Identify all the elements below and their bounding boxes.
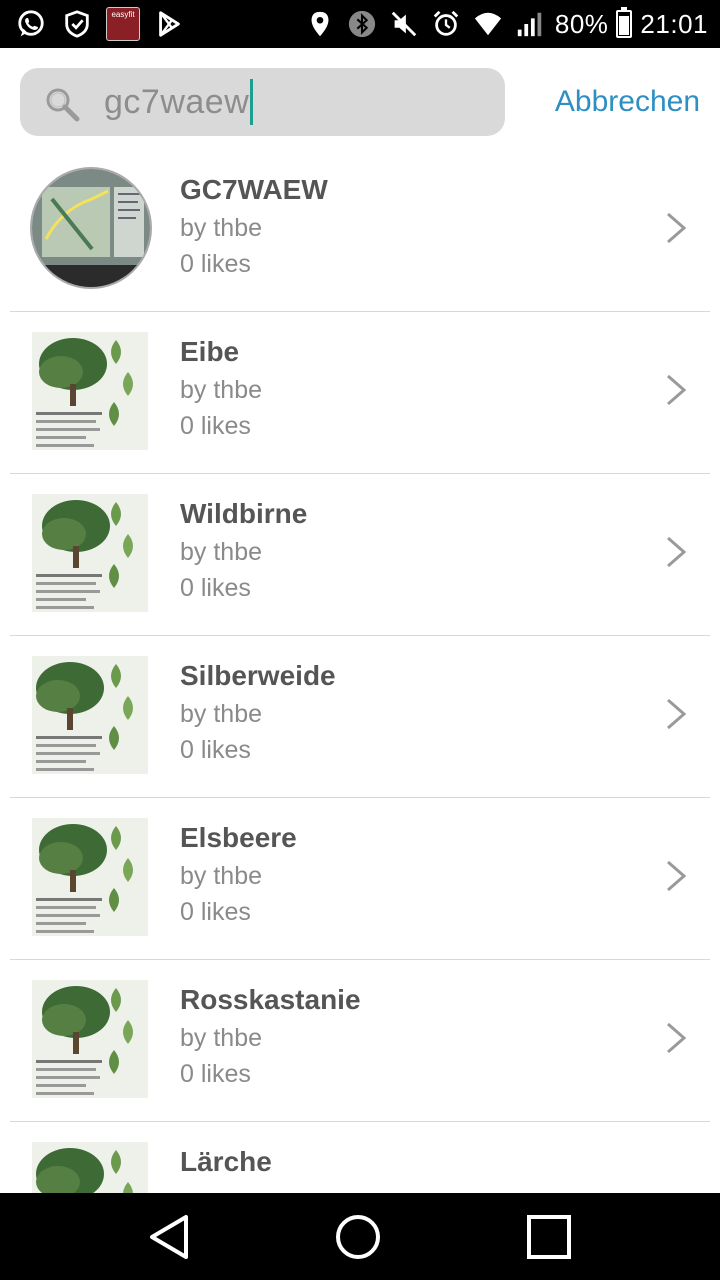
item-author: by thbe: [180, 862, 263, 890]
item-author: by thbe: [180, 214, 263, 242]
item-author: by thbe: [180, 376, 263, 404]
list-item[interactable]: Elsbeere by thbe 0 likes: [10, 798, 710, 960]
thumbnail-image: [32, 818, 148, 936]
result-list[interactable]: GC7WAEW by thbe 0 likes Eibe by thbe 0 likes W…: [0, 150, 720, 1193]
thumbnail-image: [32, 980, 148, 1098]
alarm-icon: [429, 7, 463, 41]
search-field[interactable]: gc7waew: [20, 68, 505, 136]
mute-icon: [387, 7, 421, 41]
thumbnail-image: [32, 1142, 148, 1193]
chevron-right-icon: [667, 698, 687, 730]
thumbnail-image: [32, 332, 148, 450]
recents-icon[interactable]: [525, 1213, 573, 1261]
clock: 21:01: [640, 8, 708, 39]
item-title: GC7WAEW: [180, 174, 328, 205]
search-input[interactable]: gc7waew: [104, 78, 254, 126]
play-store-icon: [152, 7, 186, 41]
wifi-icon: [471, 7, 505, 41]
bluetooth-icon: [345, 7, 379, 41]
chevron-right-icon: [667, 536, 687, 568]
list-item[interactable]: Silberweide by thbe 0 likes: [10, 636, 710, 798]
chevron-right-icon: [667, 860, 687, 892]
item-likes: 0 likes: [180, 736, 251, 764]
item-title: Elsbeere: [180, 822, 297, 853]
shield-check-icon: [60, 7, 94, 41]
back-icon[interactable]: [146, 1213, 194, 1261]
search-icon: [46, 88, 80, 122]
chevron-right-icon: [667, 1022, 687, 1054]
item-title: Rosskastanie: [180, 984, 361, 1015]
item-title: Eibe: [180, 336, 240, 367]
home-icon[interactable]: [334, 1213, 382, 1261]
battery-icon: [616, 7, 633, 38]
item-likes: 0 likes: [180, 898, 251, 926]
thumbnail-image: [32, 494, 148, 612]
signal-icon: [513, 7, 547, 41]
item-title: Lärche: [180, 1146, 272, 1177]
list-item[interactable]: Wildbirne by thbe 0 likes: [10, 474, 710, 636]
whatsapp-icon: [14, 7, 48, 41]
item-author: by thbe: [180, 538, 263, 566]
cancel-button[interactable]: Abbrechen: [555, 68, 700, 136]
avatar-image: [30, 167, 152, 289]
search-row: gc7waew Abbrechen: [20, 68, 700, 138]
item-author: by thbe: [180, 1024, 263, 1052]
list-item[interactable]: GC7WAEW by thbe 0 likes: [10, 150, 710, 312]
text-caret: [250, 79, 254, 126]
item-likes: 0 likes: [180, 574, 251, 602]
status-bar: easyfit 80% 21:01: [0, 0, 720, 48]
location-icon: [303, 7, 337, 41]
navigation-bar: [0, 1193, 720, 1280]
list-item[interactable]: Eibe by thbe 0 likes: [10, 312, 710, 474]
list-item[interactable]: Rosskastanie by thbe 0 likes: [10, 960, 710, 1122]
item-likes: 0 likes: [180, 1060, 251, 1088]
item-likes: 0 likes: [180, 412, 251, 440]
thumbnail-image: [32, 656, 148, 774]
item-author: by thbe: [180, 700, 263, 728]
chevron-right-icon: [667, 212, 687, 244]
chevron-right-icon: [667, 374, 687, 406]
easyfit-icon: easyfit: [106, 7, 140, 41]
item-likes: 0 likes: [180, 250, 251, 278]
battery-percent: 80%: [554, 8, 609, 39]
item-title: Wildbirne: [180, 498, 308, 529]
item-title: Silberweide: [180, 660, 336, 691]
list-item[interactable]: Lärche: [10, 1122, 710, 1193]
